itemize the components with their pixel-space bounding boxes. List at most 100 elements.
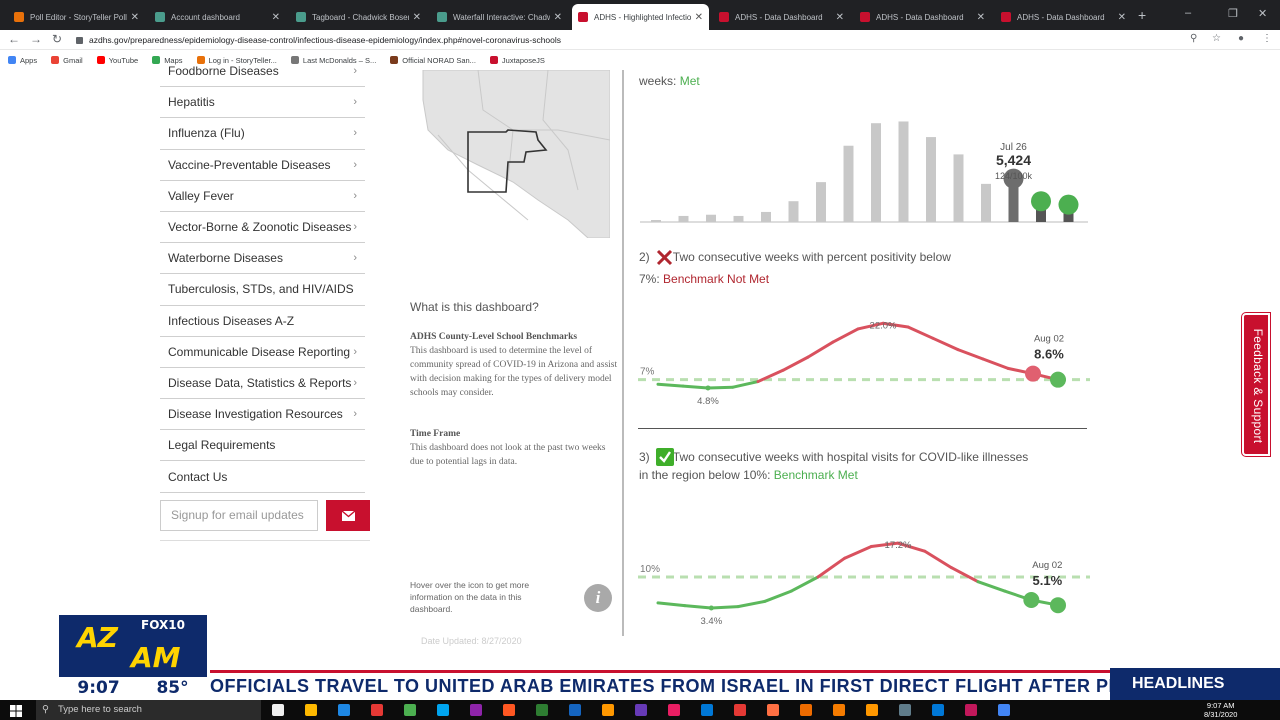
browser-tab[interactable]: ADHS - Data Dashboard ✕ (854, 4, 991, 30)
sidebar-item[interactable]: Tuberculosis, STDs, and HIV/AIDS (160, 274, 365, 306)
bar[interactable] (871, 123, 881, 222)
taskbar-app-icon[interactable] (866, 704, 878, 716)
bar[interactable] (926, 137, 936, 222)
bookmark-item[interactable]: YouTube (96, 56, 138, 65)
bar-marker[interactable] (1031, 191, 1051, 212)
penultimate-point[interactable] (1023, 592, 1040, 609)
line-segment (683, 604, 713, 610)
penultimate-point[interactable] (1025, 365, 1041, 382)
feedback-support-tab[interactable]: Feedback & Support (1242, 313, 1270, 456)
back-icon[interactable]: ← (8, 32, 20, 46)
browser-tab[interactable]: ADHS - Highlighted Infectio ✕ (572, 4, 709, 30)
min-point[interactable] (708, 605, 714, 611)
taskbar-app-icon[interactable] (998, 704, 1010, 716)
sidebar-item[interactable]: Waterborne Diseases › (160, 243, 365, 275)
bookmark-item[interactable]: Official NORAD San... (390, 56, 476, 65)
sidebar-item[interactable]: Legal Requirements (160, 430, 365, 462)
browser-tab[interactable]: Tagboard - Chadwick Bosen ✕ (290, 4, 427, 30)
bar[interactable] (733, 215, 744, 222)
reload-icon[interactable]: ↻ (52, 32, 62, 46)
taskbar-app-icon[interactable] (305, 704, 317, 716)
sidebar-item[interactable]: Infectious Diseases A-Z (160, 306, 365, 337)
system-clock[interactable]: 9:07 AM 8/31/2020 (1204, 701, 1237, 719)
taskbar-app-icon[interactable] (965, 704, 977, 716)
bar[interactable] (788, 201, 799, 222)
taskbar-app-icon[interactable] (734, 704, 746, 716)
taskbar-app-icon[interactable] (668, 704, 680, 716)
bar[interactable] (816, 182, 826, 222)
info-icon[interactable]: i (584, 584, 612, 612)
profile-icon[interactable]: ● (1238, 33, 1244, 44)
dashboard-divider (622, 70, 624, 636)
menu-icon[interactable]: ⋮ (1262, 33, 1272, 44)
sidebar-item[interactable]: Foodborne Diseases › (160, 56, 365, 88)
url-bar[interactable]: azdhs.gov/preparedness/epidemiology-dise… (76, 32, 1262, 48)
tab-close-icon[interactable]: ✕ (413, 12, 421, 23)
browser-tab[interactable]: ADHS - Data Dashboard ✕ (713, 4, 850, 30)
taskbar-app-icon[interactable] (602, 704, 614, 716)
tab-close-icon[interactable]: ✕ (695, 12, 703, 23)
sidebar-item[interactable]: Communicable Disease Reporting › (160, 337, 365, 368)
taskbar-app-icon[interactable] (767, 704, 779, 716)
browser-tab[interactable]: Poll Editor - StoryTeller Polli ✕ (8, 4, 145, 30)
taskbar-app-icon[interactable] (272, 704, 284, 716)
taskbar-app-icon[interactable] (701, 704, 713, 716)
taskbar-app-icon[interactable] (437, 704, 449, 716)
close-window-icon[interactable]: ✕ (1258, 7, 1267, 20)
bookmark-item[interactable]: Apps (8, 56, 37, 65)
bookmark-star-icon[interactable]: ☆ (1212, 33, 1221, 44)
bar[interactable] (651, 220, 661, 222)
bar-marker[interactable] (1058, 194, 1079, 215)
bar[interactable] (678, 215, 689, 222)
email-signup-input[interactable]: Signup for email updates (160, 500, 318, 531)
taskbar-app-icon[interactable] (833, 704, 845, 716)
browser-tab[interactable]: ADHS - Data Dashboard ✕ (995, 4, 1132, 30)
tab-close-icon[interactable]: ✕ (131, 12, 139, 23)
bar[interactable] (761, 211, 771, 222)
sidebar-item[interactable]: Influenza (Flu) › (160, 118, 365, 150)
taskbar-app-icon[interactable] (371, 704, 383, 716)
bookmark-item[interactable]: JuxtaposeJS (489, 56, 545, 65)
bar[interactable] (898, 121, 909, 222)
bar[interactable] (981, 183, 991, 222)
min-point[interactable] (705, 385, 711, 391)
taskbar-app-icon[interactable] (569, 704, 581, 716)
taskbar-app-icon[interactable] (932, 704, 944, 716)
bookmark-item[interactable]: Gmail (51, 56, 83, 65)
new-tab-icon[interactable]: + (1138, 7, 1146, 23)
forward-icon[interactable]: → (30, 32, 42, 46)
taskbar-app-icon[interactable] (635, 704, 647, 716)
sidebar-item[interactable]: Valley Fever › (160, 181, 365, 212)
tab-close-icon[interactable]: ✕ (977, 12, 985, 23)
sidebar-item[interactable]: Hepatitis › (160, 87, 365, 119)
tab-close-icon[interactable]: ✕ (554, 12, 562, 23)
last-point[interactable] (1050, 597, 1066, 614)
browser-tab[interactable]: Account dashboard ✕ (149, 4, 286, 30)
zoom-icon[interactable]: ⚲ (1190, 33, 1197, 44)
sidebar-item[interactable]: Vector-Borne & Zoonotic Diseases › (160, 212, 365, 244)
taskbar-app-icon[interactable] (899, 704, 911, 716)
sidebar-item[interactable]: Contact Us (160, 461, 365, 493)
taskbar-app-icon[interactable] (338, 704, 350, 716)
sidebar-item[interactable]: Disease Investigation Resources › (160, 399, 365, 431)
bar[interactable] (843, 145, 854, 222)
bar[interactable] (706, 214, 716, 222)
browser-tab[interactable]: Waterfall Interactive: Chadw ✕ (431, 4, 568, 30)
taskbar-app-icon[interactable] (470, 704, 482, 716)
tab-close-icon[interactable]: ✕ (1118, 12, 1126, 23)
minimize-icon[interactable]: – (1185, 7, 1191, 19)
email-submit-button[interactable] (326, 500, 370, 531)
taskbar-search-input[interactable]: ⚲ Type here to search (36, 700, 261, 720)
taskbar-app-icon[interactable] (536, 704, 548, 716)
restore-icon[interactable]: ❐ (1228, 7, 1238, 20)
bar[interactable] (953, 154, 964, 222)
tab-close-icon[interactable]: ✕ (836, 12, 844, 23)
sidebar-item[interactable]: Vaccine-Preventable Diseases › (160, 150, 365, 181)
sidebar-item[interactable]: Disease Data, Statistics & Reports › (160, 368, 365, 400)
tab-close-icon[interactable]: ✕ (272, 12, 280, 23)
last-point[interactable] (1050, 371, 1066, 388)
windows-start-icon[interactable] (10, 704, 22, 717)
taskbar-app-icon[interactable] (404, 704, 416, 716)
taskbar-app-icon[interactable] (503, 704, 515, 716)
taskbar-app-icon[interactable] (800, 704, 812, 716)
